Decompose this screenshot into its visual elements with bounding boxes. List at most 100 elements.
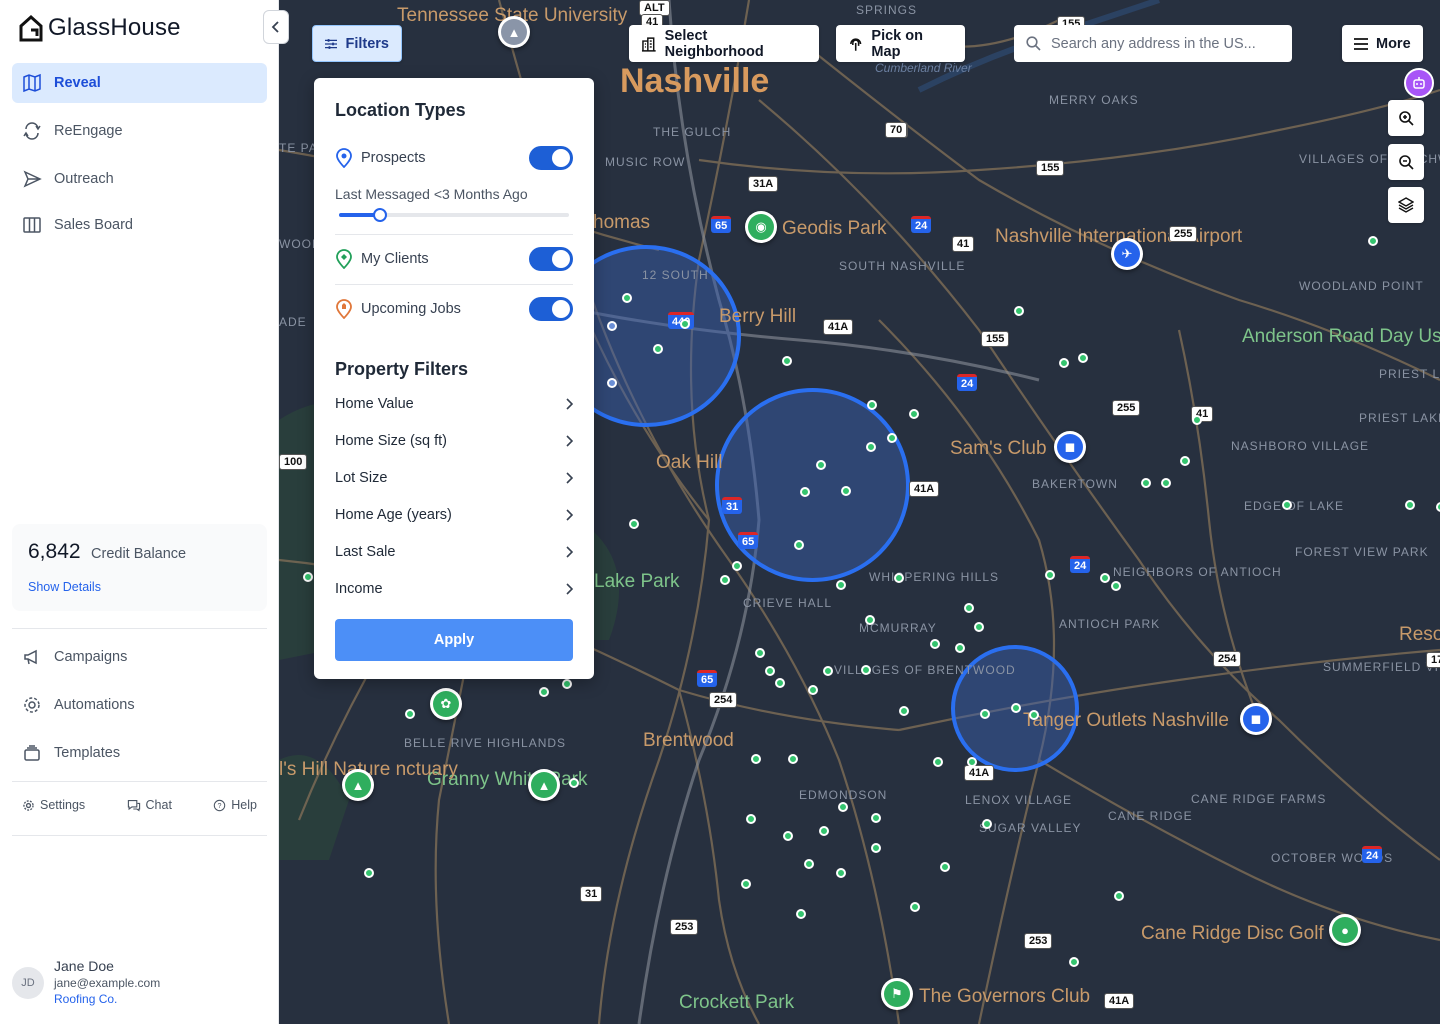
prospect-marker[interactable] [653, 344, 663, 354]
my-clients-toggle[interactable] [529, 247, 573, 271]
prospect-marker[interactable] [838, 802, 848, 812]
apply-button[interactable]: Apply [335, 619, 573, 661]
sidebar-item-templates[interactable]: Templates [12, 733, 267, 773]
prospect-marker[interactable] [1100, 573, 1110, 583]
prospect-marker[interactable] [1405, 500, 1415, 510]
prospect-marker[interactable] [861, 665, 871, 675]
selected-area-circle[interactable] [715, 388, 910, 582]
prospect-marker[interactable] [1111, 581, 1121, 591]
prospect-marker[interactable] [930, 639, 940, 649]
sidebar-item-reveal[interactable]: Reveal [12, 63, 267, 103]
prospect-marker[interactable] [980, 709, 990, 719]
ai-assistant-button[interactable] [1404, 68, 1434, 98]
prospect-marker[interactable] [680, 319, 690, 329]
prospect-marker[interactable] [794, 540, 804, 550]
settings-link[interactable]: Settings [22, 798, 85, 812]
prospect-marker[interactable] [741, 879, 751, 889]
prospect-marker[interactable] [788, 754, 798, 764]
zoom-out-button[interactable] [1388, 144, 1424, 180]
pick-on-map-button[interactable]: Pick on Map [836, 25, 965, 62]
property-filter-row[interactable]: Last Sale [335, 538, 573, 566]
prospect-marker[interactable] [569, 778, 579, 788]
prospect-marker[interactable] [841, 486, 851, 496]
filters-button[interactable]: Filters [312, 25, 402, 62]
prospect-marker[interactable] [622, 293, 632, 303]
select-neighborhood-button[interactable]: Select Neighborhood [629, 25, 819, 62]
property-filter-row[interactable]: Home Value [335, 390, 573, 418]
prospect-marker[interactable] [732, 561, 742, 571]
prospect-marker[interactable] [1192, 415, 1202, 425]
prospect-marker[interactable] [865, 615, 875, 625]
university-pin[interactable]: ▲ [498, 16, 530, 48]
prospect-marker[interactable] [746, 814, 756, 824]
prospect-marker[interactable] [1059, 358, 1069, 368]
prospect-marker[interactable] [964, 603, 974, 613]
more-button[interactable]: More [1342, 25, 1423, 62]
app-logo[interactable]: GlassHouse [18, 14, 181, 42]
upcoming-jobs-toggle[interactable] [529, 297, 573, 321]
prospect-marker[interactable] [1368, 236, 1378, 246]
prospect-marker[interactable] [1014, 306, 1024, 316]
prospect-marker[interactable] [1282, 500, 1292, 510]
shopping-pin[interactable]: ◼ [1054, 431, 1086, 463]
prospect-marker[interactable] [782, 356, 792, 366]
prospect-marker[interactable] [607, 321, 617, 331]
prospect-marker[interactable] [629, 519, 639, 529]
sidebar-item-campaigns[interactable]: Campaigns [12, 637, 267, 677]
prospect-marker[interactable] [539, 687, 549, 697]
prospect-marker[interactable] [720, 575, 730, 585]
prospect-marker[interactable] [775, 678, 785, 688]
property-filter-row[interactable]: Income [335, 575, 573, 603]
prospect-marker[interactable] [933, 757, 943, 767]
prospect-marker[interactable] [1069, 957, 1079, 967]
prospect-marker[interactable] [765, 666, 775, 676]
prospect-marker[interactable] [364, 868, 374, 878]
prospect-marker[interactable] [751, 754, 761, 764]
prospect-marker[interactable] [871, 813, 881, 823]
prospect-marker[interactable] [871, 843, 881, 853]
sidebar-item-outreach[interactable]: Outreach [12, 159, 267, 199]
prospect-marker[interactable] [974, 622, 984, 632]
garden-pin[interactable]: ✿ [430, 688, 462, 720]
prospect-marker[interactable] [755, 648, 765, 658]
last-messaged-slider[interactable] [339, 208, 569, 222]
prospect-marker[interactable] [562, 679, 572, 689]
prospect-marker[interactable] [607, 378, 617, 388]
prospect-marker[interactable] [1161, 478, 1171, 488]
user-profile[interactable]: JD Jane Doe jane@example.com Roofing Co. [12, 958, 160, 1006]
prospect-marker[interactable] [1029, 710, 1039, 720]
stadium-pin[interactable]: ◉ [745, 211, 777, 243]
prospect-marker[interactable] [982, 819, 992, 829]
prospect-marker[interactable] [796, 909, 806, 919]
prospect-marker[interactable] [836, 868, 846, 878]
prospect-marker[interactable] [819, 826, 829, 836]
prospect-marker[interactable] [955, 643, 965, 653]
prospect-marker[interactable] [823, 666, 833, 676]
sidebar-item-automations[interactable]: Automations [12, 685, 267, 725]
prospect-marker[interactable] [800, 487, 810, 497]
park-pin[interactable]: ▲ [528, 769, 560, 801]
prospect-marker[interactable] [899, 706, 909, 716]
prospect-marker[interactable] [405, 709, 415, 719]
airport-pin[interactable]: ✈ [1111, 238, 1143, 270]
prospects-toggle[interactable] [529, 146, 573, 170]
prospect-marker[interactable] [808, 685, 818, 695]
prospect-marker[interactable] [910, 902, 920, 912]
prospect-marker[interactable] [1045, 570, 1055, 580]
park-pin[interactable]: ● [1329, 914, 1361, 946]
shopping-pin[interactable]: ◼ [1240, 703, 1272, 735]
park-pin[interactable]: ▲ [342, 769, 374, 801]
prospect-marker[interactable] [1436, 502, 1440, 512]
prospect-marker[interactable] [967, 757, 977, 767]
help-link[interactable]: ? Help [213, 798, 257, 812]
golf-pin[interactable]: ⚑ [881, 978, 913, 1010]
collapse-sidebar-button[interactable] [263, 10, 289, 44]
show-details-link[interactable]: Show Details [28, 580, 101, 594]
prospect-marker[interactable] [1011, 703, 1021, 713]
prospect-marker[interactable] [887, 433, 897, 443]
prospect-marker[interactable] [303, 572, 313, 582]
prospect-marker[interactable] [804, 859, 814, 869]
prospect-marker[interactable] [1141, 478, 1151, 488]
prospect-marker[interactable] [836, 580, 846, 590]
prospect-marker[interactable] [1180, 456, 1190, 466]
